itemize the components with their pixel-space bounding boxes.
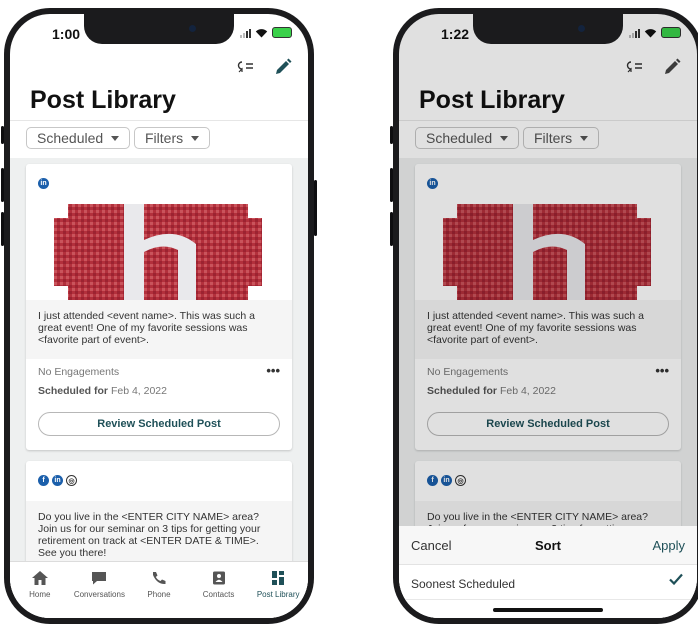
facebook-icon: f	[38, 475, 49, 486]
home-icon	[31, 571, 48, 585]
tab-label: Phone	[147, 590, 171, 599]
tab-phone[interactable]: Phone	[129, 562, 189, 618]
compose-pencil-icon[interactable]	[274, 58, 292, 76]
wifi-icon	[255, 28, 268, 37]
sort-sheet: Cancel Sort Apply Soonest Scheduled	[399, 526, 697, 618]
tab-label: Home	[29, 590, 51, 599]
sort-dropdown-label: Scheduled	[37, 130, 104, 146]
scheduled-prefix: Scheduled for	[38, 385, 109, 397]
phone-frame-left: 1:00 Post Library Scheduled Filters in I…	[1, 8, 317, 624]
phone-frame-right: 1:22 Post Library Scheduled Filters in I…	[390, 8, 698, 624]
filters-dropdown[interactable]: Filters	[134, 127, 211, 149]
grid-icon	[272, 571, 285, 585]
phone-icon	[152, 572, 166, 585]
tab-label: Conversations	[73, 590, 125, 599]
filter-bar: Scheduled Filters	[10, 120, 308, 159]
chat-icon	[92, 572, 107, 585]
tab-post-library[interactable]: Post Library	[248, 562, 308, 618]
filters-dropdown-label: Filters	[145, 130, 184, 146]
page-title: Post Library	[30, 86, 176, 114]
bottom-tab-bar: Home Conversations Phone Contacts Post L…	[10, 561, 308, 618]
chevron-down-icon	[191, 135, 200, 141]
scheduled-date-value: Feb 4, 2022	[110, 385, 167, 397]
linkedin-icon: in	[38, 178, 49, 189]
linkedin-icon: in	[52, 475, 63, 486]
post-text: I just attended <event name>. This was s…	[26, 300, 292, 359]
post-feed[interactable]: in I just attended <event name>. This wa…	[10, 158, 308, 618]
home-indicator	[493, 608, 603, 612]
sort-option-soonest-scheduled[interactable]: Soonest Scheduled	[411, 577, 515, 591]
checkmark-icon	[669, 573, 683, 585]
tab-label: Contacts	[202, 590, 235, 599]
app-screen: 1:00 Post Library Scheduled Filters in I…	[10, 14, 308, 618]
app-screen: 1:22 Post Library Scheduled Filters in I…	[399, 14, 697, 618]
more-options-icon[interactable]: •••	[266, 364, 280, 377]
post-image-mosaic	[54, 204, 262, 300]
sort-filter-icon[interactable]	[236, 60, 254, 74]
apply-button[interactable]: Apply	[652, 538, 685, 553]
post-card[interactable]: in I just attended <event name>. This wa…	[26, 164, 292, 450]
engagement-count: No Engagements	[38, 366, 120, 378]
divider	[399, 599, 697, 600]
status-time: 1:00	[52, 26, 81, 42]
review-scheduled-post-button[interactable]: Review Scheduled Post	[38, 412, 280, 436]
chevron-down-icon	[111, 135, 120, 141]
tab-contacts[interactable]: Contacts	[189, 562, 249, 618]
tab-label: Post Library	[256, 590, 300, 599]
signal-icon	[240, 28, 251, 38]
contact-card-icon	[212, 571, 225, 585]
tab-conversations[interactable]: Conversations	[70, 562, 130, 618]
tab-home[interactable]: Home	[10, 562, 70, 618]
notch	[84, 14, 234, 44]
scheduled-date: Scheduled for Feb 4, 2022	[38, 385, 167, 397]
sort-dropdown[interactable]: Scheduled	[26, 127, 131, 149]
notch	[473, 14, 623, 44]
battery-icon	[272, 27, 292, 38]
globe-icon: ◎	[66, 475, 77, 486]
